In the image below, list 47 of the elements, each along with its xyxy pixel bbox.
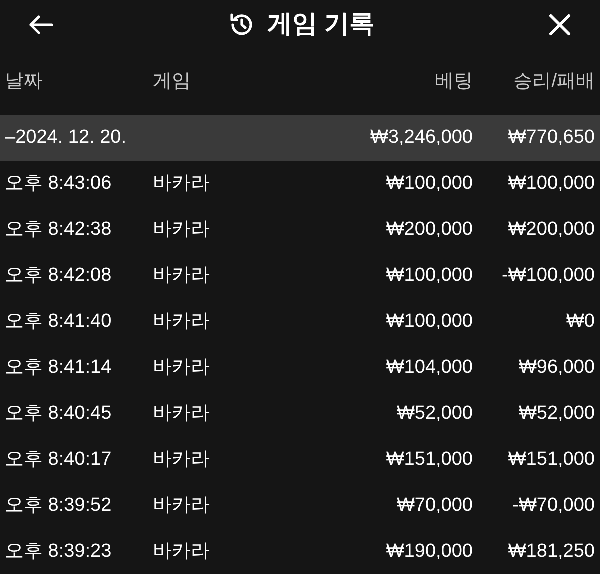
result-cell-text: ₩200,000	[507, 218, 595, 242]
time-cell-text: 오후 8:42:08	[4, 264, 113, 288]
bet-cell-text: ₩100,000	[385, 264, 473, 288]
total-result-amount: ₩770,650	[507, 126, 595, 150]
bet-cell-text: ₩100,000	[385, 310, 473, 334]
result-cell-text: ₩96,000	[518, 356, 595, 380]
date-label: –2024. 12. 20.	[4, 126, 128, 150]
game-cell-text: 바카라	[153, 402, 211, 426]
date-group-row[interactable]: –2024. 12. 20. ₩3,246,000 ₩770,650	[0, 115, 600, 161]
result-cell-text: -₩70,000	[512, 494, 595, 518]
bet-cell-text: ₩200,000	[385, 218, 473, 242]
game-cell-text: 바카라	[153, 218, 211, 242]
game-cell-text: 바카라	[153, 356, 211, 380]
time-cell-text: 오후 8:40:17	[4, 448, 113, 472]
time-cell-text: 오후 8:39:52	[4, 494, 113, 518]
game-cell-text: 바카라	[153, 540, 211, 564]
column-header: 날짜	[4, 70, 44, 94]
result-cell-text: ₩151,000	[507, 448, 595, 472]
time-cell-text: 오후 8:39:23	[4, 540, 113, 564]
page-title: 게임 기록	[268, 9, 374, 40]
bet-cell-text: ₩52,000	[396, 402, 473, 426]
time-cell-text: 오후 8:41:14	[4, 356, 113, 380]
close-icon[interactable]	[548, 13, 572, 37]
bet-cell-text: ₩104,000	[385, 356, 473, 380]
game-cell-text: 바카라	[153, 172, 211, 196]
result-cell-text: ₩100,000	[507, 172, 595, 196]
total-bet-amount: ₩3,246,000	[370, 126, 473, 150]
bet-cell-text: ₩70,000	[396, 494, 473, 518]
result-cell-text: ₩52,000	[518, 402, 595, 426]
time-cell-text: 오후 8:43:06	[4, 172, 113, 196]
column-header: 베팅	[434, 70, 473, 94]
column-header: 게임	[153, 70, 192, 94]
result-cell-text: ₩0	[566, 310, 595, 334]
result-cell-text: ₩181,250	[507, 540, 595, 564]
game-cell-text: 바카라	[153, 264, 211, 288]
game-cell-text: 바카라	[153, 494, 211, 518]
column-header: 승리/패배	[512, 70, 595, 94]
time-cell-text: 오후 8:42:38	[4, 218, 113, 242]
bet-cell-text: ₩100,000	[385, 172, 473, 196]
game-cell-text: 바카라	[153, 310, 211, 334]
result-cell-text: -₩100,000	[501, 264, 595, 288]
time-cell-text: 오후 8:40:45	[4, 402, 113, 426]
game-cell-text: 바카라	[153, 448, 211, 472]
time-cell-text: 오후 8:41:40	[4, 310, 113, 334]
bet-cell-text: ₩190,000	[385, 540, 473, 564]
back-arrow-icon[interactable]	[28, 14, 54, 36]
bet-cell-text: ₩151,000	[385, 448, 473, 472]
